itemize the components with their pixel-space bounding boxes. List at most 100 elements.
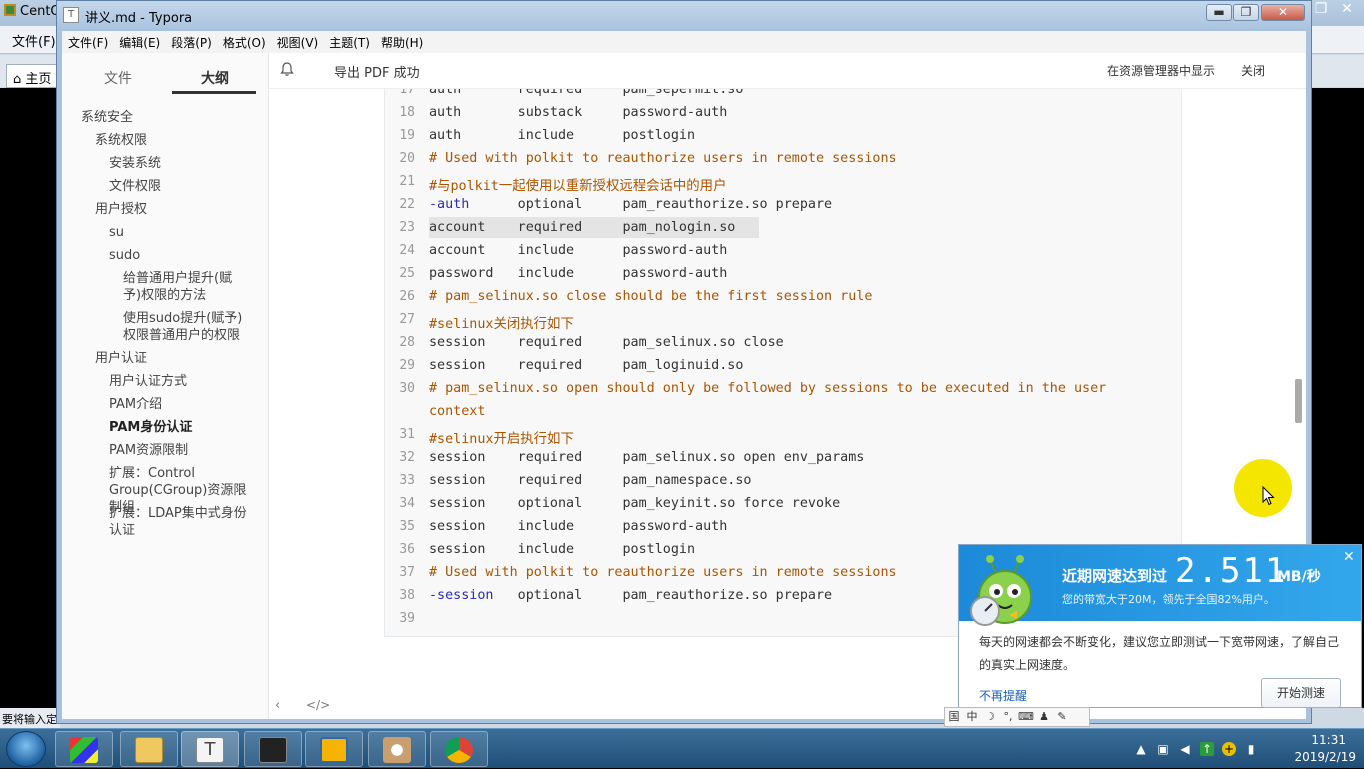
reveal-in-explorer-link[interactable]: 在资源管理器中显示 (1107, 62, 1215, 79)
ime-punct-icon[interactable]: °, (999, 708, 1017, 726)
code-comment-line[interactable]: # pam_selinux.so open should only be fol… (429, 381, 1106, 396)
ime-keyboard-icon[interactable]: ⌨ (1017, 708, 1035, 726)
ime-user-icon[interactable]: ♟ (1035, 708, 1053, 726)
code-comment-line[interactable]: # Used with polkit to reauthorize users … (429, 565, 897, 580)
taskbar: T ▲ ▣ ◀ ↑ + ▮ 11:31 2019/2/19 (0, 728, 1364, 768)
outline-item[interactable]: 使用sudo提升(赋予)权限普通用户的权限 (123, 310, 248, 344)
code-line[interactable]: account required pam_nologin.so (429, 220, 735, 235)
code-line[interactable]: -auth optional pam_reauthorize.so prepar… (429, 197, 832, 212)
chrome-icon (445, 737, 473, 763)
ime-moon-icon[interactable]: ☽ (981, 708, 999, 726)
background-menu-file[interactable]: 文件(F) (12, 31, 56, 50)
outline-item[interactable]: 系统权限 (95, 132, 265, 149)
source-mode-button[interactable]: </> (306, 698, 330, 712)
code-comment-line[interactable]: #与polkit一起使用以重新授权远程会话中的用户 (429, 174, 726, 194)
mouse-cursor-icon (1262, 486, 1275, 506)
outline-item[interactable]: 扩展：LDAP集中式身份认证 (109, 505, 254, 539)
plus-icon[interactable]: + (1222, 742, 1236, 756)
close-notification-link[interactable]: 关闭 (1241, 62, 1265, 79)
code-line[interactable]: auth include postlogin (429, 128, 695, 143)
tab-outline[interactable]: 大纲 (201, 68, 229, 88)
terminal-icon (259, 737, 287, 763)
menu-file[interactable]: 文件(F) (62, 31, 113, 51)
menu-format[interactable]: 格式(O) (217, 31, 271, 51)
network-speed-popup: 近期网速达到过 2.511 MB/秒 您的带宽大于20M，领先于全国82%用户。… (958, 544, 1362, 708)
outline-item[interactable]: 文件权限 (109, 178, 254, 195)
outline-item[interactable]: PAM介绍 (109, 396, 254, 413)
outline-item[interactable]: 用户认证 (95, 350, 265, 367)
code-comment-line[interactable]: #selinux开启执行如下 (429, 427, 574, 447)
ime-settings-icon[interactable]: ✎ (1053, 708, 1071, 726)
code-line[interactable]: auth substack password-auth (429, 105, 727, 120)
code-comment-line[interactable]: # Used with polkit to reauthorize users … (429, 151, 897, 166)
code-line[interactable]: session required pam_loginuid.so (429, 358, 743, 373)
outline-item[interactable]: PAM资源限制 (109, 442, 254, 459)
taskbar-typora[interactable]: T (181, 731, 239, 767)
line-number: 34 (399, 496, 415, 511)
line-number: 37 (399, 565, 415, 580)
popup-no-remind-link[interactable]: 不再提醒 (979, 687, 1027, 704)
scrollbar-thumb[interactable] (1295, 379, 1302, 423)
maximize-button[interactable]: ❐ (1233, 4, 1259, 21)
code-line[interactable]: session required pam_namespace.so (429, 473, 751, 488)
start-button[interactable] (6, 731, 46, 767)
notification-message: 导出 PDF 成功 (334, 66, 420, 81)
network-icon[interactable]: ▮ (1244, 742, 1258, 756)
menu-view[interactable]: 视图(V) (271, 31, 324, 51)
outline-item[interactable]: 安装系统 (109, 155, 254, 172)
line-number: 28 (399, 335, 415, 350)
window-title: 讲义.md - Typora (85, 11, 193, 26)
code-line[interactable]: session optional pam_keyinit.so force re… (429, 496, 840, 511)
line-number: 31 (399, 427, 415, 442)
code-line[interactable]: session required pam_selinux.so open env… (429, 450, 864, 465)
clock-date[interactable]: 2019/2/19 (1294, 750, 1356, 764)
code-comment-line[interactable]: context (429, 404, 485, 419)
code-line[interactable]: auth required pam_sepermit.so (429, 89, 743, 97)
outline-item[interactable]: 用户授权 (95, 201, 265, 218)
taskbar-terminal[interactable] (244, 731, 302, 767)
clipboard-icon[interactable]: ▣ (1156, 742, 1170, 756)
background-close-button[interactable]: ✕ (1334, 0, 1360, 18)
line-number: 26 (399, 289, 415, 304)
taskbar-chrome[interactable] (430, 731, 488, 767)
update-icon[interactable]: ↑ (1200, 742, 1214, 756)
toggle-sidebar-button[interactable]: ‹ (275, 698, 280, 713)
code-line[interactable]: session include password-auth (429, 519, 727, 534)
code-line[interactable]: -session optional pam_reauthorize.so pre… (429, 588, 832, 603)
outline-item[interactable]: 给普通用户提升(赋予)权限的方法 (123, 270, 248, 304)
menu-help[interactable]: 帮助(H) (375, 31, 428, 51)
outline-item[interactable]: su (109, 224, 254, 241)
menu-paragraph[interactable]: 段落(P) (165, 31, 217, 51)
clock-time[interactable]: 11:31 (1311, 733, 1346, 747)
code-line[interactable]: session required pam_selinux.so close (429, 335, 784, 350)
ime-logo-icon[interactable]: 国 (945, 708, 963, 726)
menu-edit[interactable]: 编辑(E) (113, 31, 165, 51)
tab-files[interactable]: 文件 (104, 68, 132, 88)
notification-bar: 导出 PDF 成功 在资源管理器中显示 关闭 (269, 53, 1306, 89)
taskbar-file-explorer[interactable] (120, 731, 178, 767)
code-comment-line[interactable]: #selinux关闭执行如下 (429, 312, 574, 332)
mascot-icon (970, 555, 1032, 626)
code-line[interactable]: password include password-auth (429, 266, 727, 281)
background-title: CentO (4, 4, 61, 19)
start-speed-test-button[interactable]: 开始测速 (1261, 678, 1341, 708)
menu-theme[interactable]: 主题(T) (323, 31, 375, 51)
vmware-icon (320, 737, 348, 763)
minimize-button[interactable]: ▬ (1206, 4, 1232, 21)
code-line[interactable]: account include password-auth (429, 243, 727, 258)
code-line[interactable]: session include postlogin (429, 542, 695, 557)
taskbar-paint[interactable] (368, 731, 426, 767)
taskbar-app-launcher[interactable] (55, 731, 113, 767)
outline-item[interactable]: 用户认证方式 (109, 373, 254, 390)
close-window-button[interactable]: ✕ (1261, 4, 1305, 21)
volume-icon[interactable]: ◀ (1178, 742, 1192, 756)
show-hidden-icons-icon[interactable]: ▲ (1134, 742, 1148, 756)
ime-chinese-mode[interactable]: 中 (963, 708, 981, 726)
outline-item[interactable]: sudo (109, 247, 254, 264)
outline-item[interactable]: 系统安全 (81, 109, 261, 126)
code-comment-line[interactable]: # pam_selinux.so close should be the fir… (429, 289, 872, 304)
popup-close-icon[interactable]: ✕ (1343, 549, 1355, 565)
outline-item[interactable]: PAM身份认证 (109, 419, 254, 436)
background-home-tab[interactable]: ⌂ 主页 (6, 64, 58, 88)
taskbar-vmware[interactable] (305, 731, 363, 767)
